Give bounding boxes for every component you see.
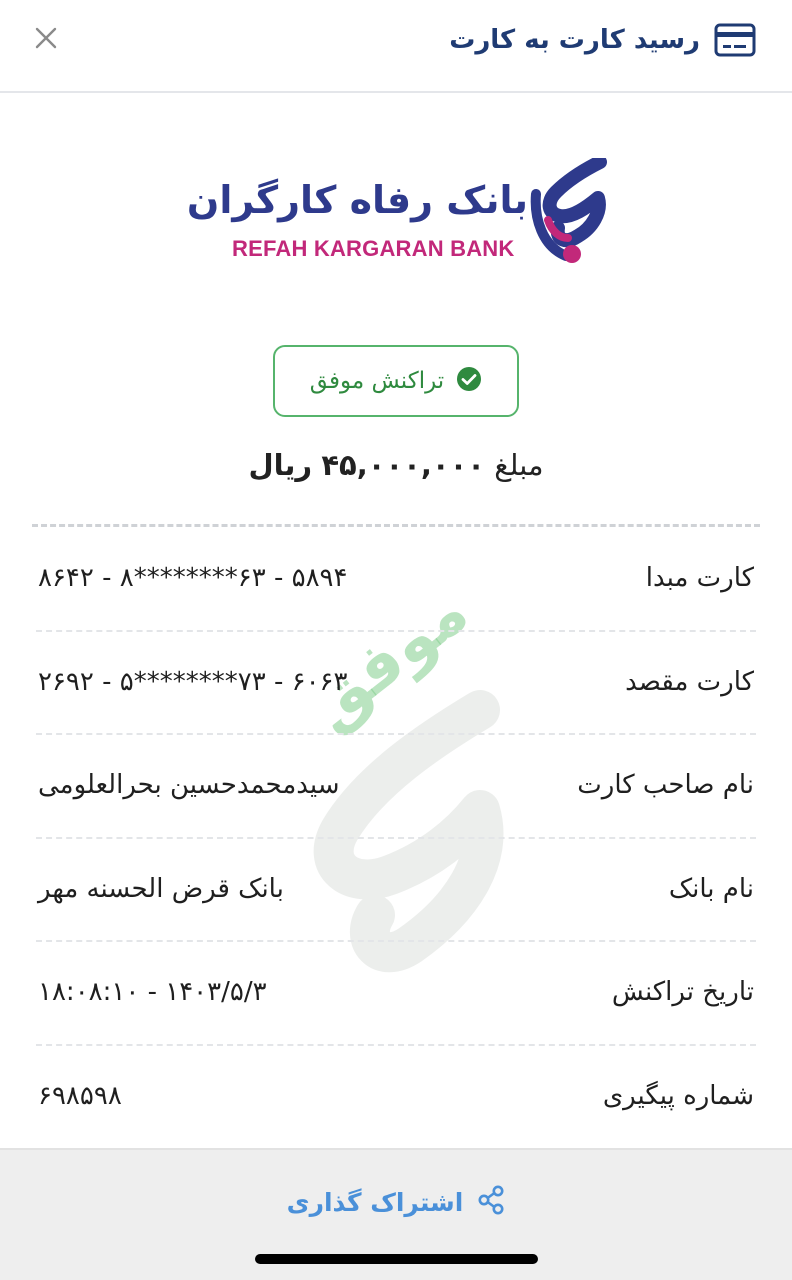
source-card-label: کارت مبدا	[645, 563, 754, 593]
credit-card-icon	[714, 23, 756, 57]
close-icon[interactable]	[34, 26, 58, 54]
header-title-group: رسید کارت به کارت	[449, 18, 756, 62]
tracking-number-value: ۶۹۸۵۹۸	[38, 1080, 122, 1111]
bank-name-label: نام بانک	[668, 873, 754, 904]
transaction-date-label: تاریخ تراکنش	[611, 977, 754, 1007]
status-text: تراکنش موفق	[309, 368, 445, 394]
card-holder-value: سیدمحمدحسین بحرالعلومی	[38, 770, 340, 800]
bank-name-value: بانک قرض الحسنه مهر	[38, 873, 284, 904]
footer-bar: اشتراک گذاری	[0, 1148, 792, 1280]
card-holder-label: نام صاحب کارت	[577, 770, 754, 800]
check-circle-icon	[456, 366, 482, 396]
detail-row-bank-name: نام بانک بانک قرض الحسنه مهر	[36, 839, 756, 942]
transaction-details: کارت مبدا ۵۸۹۴ - ۶۳********۸ - ۸۶۴۲ کارت…	[36, 528, 756, 1149]
share-button-label[interactable]: اشتراک گذاری	[287, 1188, 464, 1217]
amount-currency: ریال	[248, 448, 313, 482]
bank-logo-english-text: REFAH KARGARAN BANK	[232, 236, 515, 261]
close-button[interactable]	[28, 22, 64, 58]
detail-row-source-card: کارت مبدا ۵۸۹۴ - ۶۳********۸ - ۸۶۴۲	[36, 528, 756, 632]
status-badge: تراکنش موفق	[273, 345, 519, 417]
tracking-number-label: شماره پیگیری	[602, 1080, 754, 1111]
transaction-date-value: ۱۴۰۳/۵/۳ - ۱۸:۰۸:۱۰	[38, 977, 267, 1007]
detail-row-card-holder: نام صاحب کارت سیدمحمدحسین بحرالعلومی	[36, 735, 756, 839]
detail-row-destination-card: کارت مقصد ۶۰۶۳ - ۷۳********۵ - ۲۶۹۲	[36, 632, 756, 735]
amount-prefix: مبلغ	[494, 448, 544, 482]
page-title: رسید کارت به کارت	[449, 25, 700, 55]
detail-row-transaction-date: تاریخ تراکنش ۱۴۰۳/۵/۳ - ۱۸:۰۸:۱۰	[36, 942, 756, 1046]
share-icon[interactable]	[477, 1185, 505, 1219]
detail-row-tracking-number: شماره پیگیری ۶۹۸۵۹۸	[36, 1046, 756, 1150]
amount-line: مبلغ ۴۵,۰۰۰,۰۰۰ ریال	[0, 448, 792, 482]
bank-logo: بانک رفاه کارگران REFAH KARGARAN BANK	[187, 155, 608, 270]
bank-logo-mark-icon	[528, 155, 608, 274]
header-bar: رسید کارت به کارت	[0, 0, 792, 93]
destination-card-label: کارت مقصد	[625, 666, 754, 697]
amount-value: ۴۵,۰۰۰,۰۰۰	[321, 448, 485, 482]
bank-logo-persian-text: بانک رفاه کارگران	[186, 178, 528, 222]
destination-card-value: ۶۰۶۳ - ۷۳********۵ - ۲۶۹۲	[38, 666, 348, 697]
receipt-screen: رسید کارت به کارت بانک رفاه کارگران REFA…	[0, 0, 792, 1280]
share-button[interactable]: اشتراک گذاری	[0, 1180, 792, 1224]
source-card-value: ۵۸۹۴ - ۶۳********۸ - ۸۶۴۲	[38, 563, 348, 593]
amount-divider	[32, 524, 760, 527]
home-indicator[interactable]	[255, 1254, 538, 1264]
